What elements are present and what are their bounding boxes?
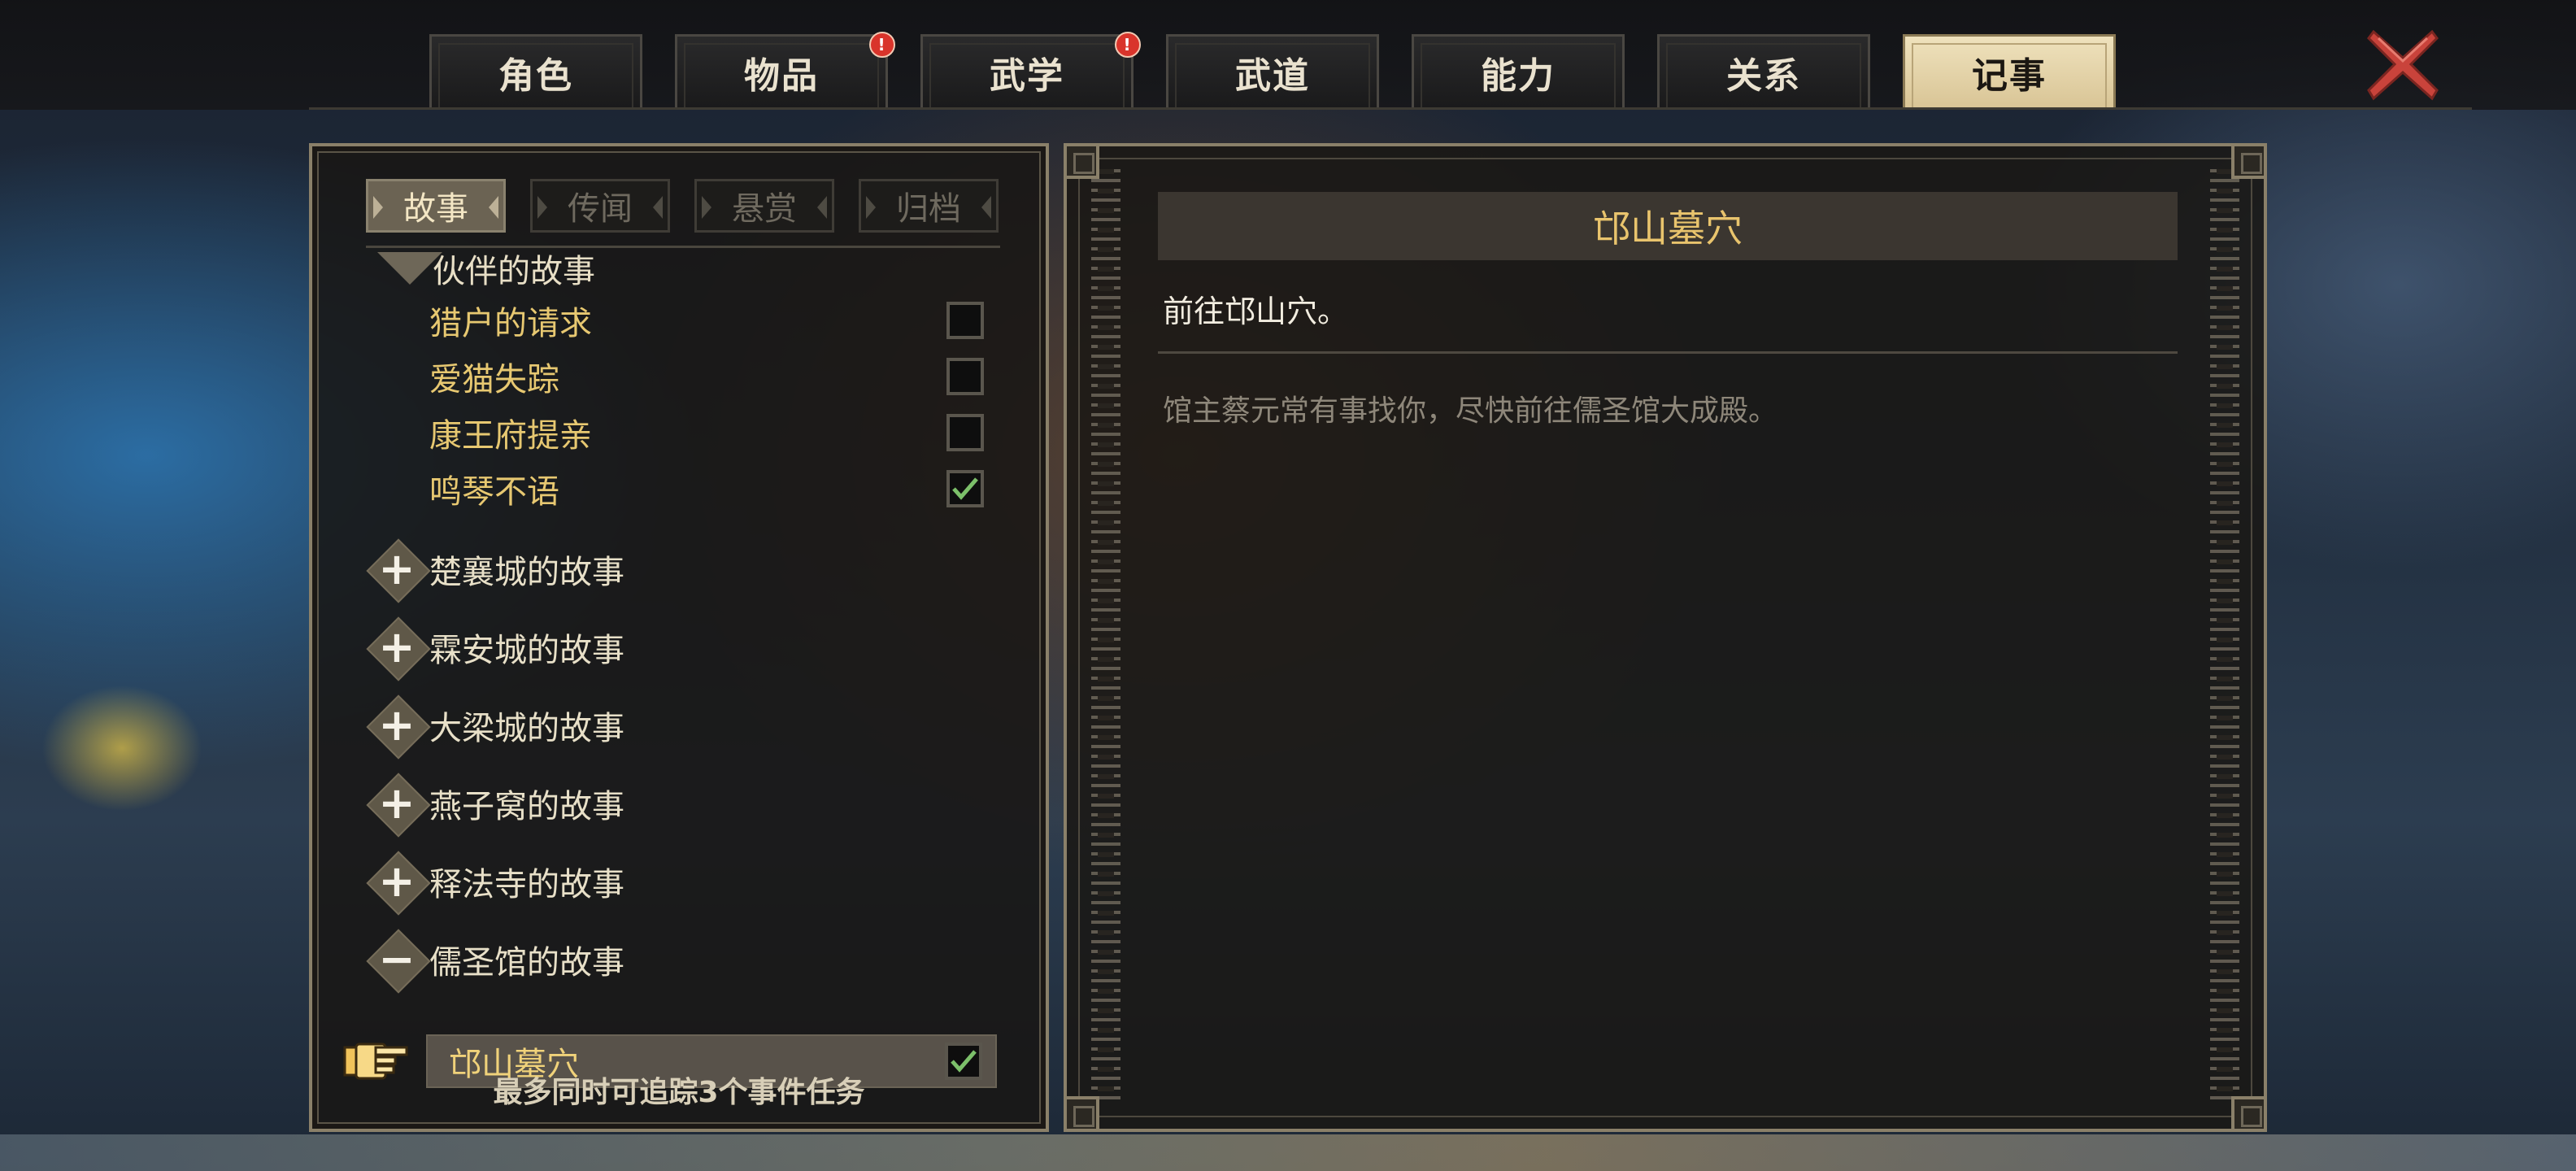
tab-abilities[interactable]: 能力 (1412, 34, 1625, 107)
expand-plus-icon[interactable]: + (366, 694, 428, 756)
subtab-label: 悬赏 (732, 190, 797, 228)
quest-scroll-list[interactable]: 伙伴的故事 猎户的请求 爱猫失踪 康王府提亲 鸣琴不语 + 楚襄城的故事 + 霖… (312, 252, 1046, 1114)
subtab-story[interactable]: 故事 (366, 179, 506, 233)
quest-detail-panel: 邙山墓穴 前往邙山穴。 馆主蔡元常有事找你，尽快前往儒圣馆大成殿。 (1064, 143, 2267, 1132)
checkmark-icon (952, 477, 978, 500)
group-yanziwo[interactable]: + 燕子窝的故事 (366, 771, 935, 836)
alert-badge-icon: ! (1115, 32, 1141, 58)
alert-badge-icon: ! (869, 32, 895, 58)
corner-ornament (1064, 1096, 1099, 1132)
group-chuxiang-city[interactable]: + 楚襄城的故事 (366, 537, 935, 602)
group-label: 燕子窝的故事 (429, 788, 624, 825)
corner-ornament (1064, 143, 1099, 179)
quest-label: 爱猫失踪 (429, 361, 559, 398)
track-checkbox[interactable] (946, 358, 984, 395)
group-label: 大梁城的故事 (429, 710, 624, 747)
corner-ornament (2231, 1096, 2267, 1132)
quest-item[interactable]: 爱猫失踪 (420, 350, 997, 403)
group-shifa-temple[interactable]: + 释法寺的故事 (366, 849, 935, 914)
quest-label: 猎户的请求 (429, 305, 592, 342)
tab-label: 能力 (1481, 54, 1556, 97)
expand-plus-icon[interactable]: + (366, 773, 428, 834)
quest-item[interactable]: 鸣琴不语 (420, 463, 997, 515)
tab-martial-way[interactable]: 武道 (1166, 34, 1379, 107)
tracking-limit-note: 最多同时可追踪3个事件任务 (493, 1076, 865, 1109)
top-tab-bar: 角色 物品! 武学! 武道 能力 关系 记事 (0, 0, 2576, 110)
subtab-archive[interactable]: 归档 (859, 179, 999, 233)
tab-label: 武道 (1235, 54, 1310, 97)
tab-label: 关系 (1726, 54, 1801, 97)
subtab-label: 故事 (403, 190, 468, 228)
track-checkbox[interactable] (946, 302, 984, 339)
quest-description: 馆主蔡元常有事找你，尽快前往儒圣馆大成殿。 (1163, 394, 1778, 428)
background-scene (0, 1134, 2576, 1171)
close-button[interactable] (2358, 20, 2448, 109)
group-linan-city[interactable]: + 霖安城的故事 (366, 615, 935, 680)
group-daliang-city[interactable]: + 大梁城的故事 (366, 693, 935, 758)
detail-divider (1158, 351, 2178, 354)
tab-bar-divider (309, 107, 2472, 110)
tab-relations[interactable]: 关系 (1657, 34, 1870, 107)
tab-label: 物品 (744, 54, 819, 97)
tab-journal[interactable]: 记事 (1903, 34, 2116, 107)
expand-plus-icon[interactable]: + (366, 851, 428, 912)
subtab-bounties[interactable]: 悬赏 (694, 179, 834, 233)
tab-character[interactable]: 角色 (429, 34, 642, 107)
close-x-icon (2367, 29, 2439, 101)
subtab-label: 归档 (896, 190, 961, 228)
group-label: 霖安城的故事 (429, 632, 624, 669)
quest-label: 鸣琴不语 (429, 473, 559, 511)
quest-label: 康王府提亲 (429, 417, 592, 455)
quest-objective: 前往邙山穴。 (1163, 294, 1349, 329)
tab-label: 武学 (990, 54, 1064, 97)
group-label: 楚襄城的故事 (429, 554, 624, 591)
corner-ornament (2231, 143, 2267, 179)
subtab-label: 传闻 (568, 190, 633, 228)
group-label: 释法寺的故事 (429, 866, 624, 903)
track-checkbox[interactable] (946, 470, 984, 507)
left-meander-border (1091, 169, 1120, 1106)
tab-label: 角色 (498, 54, 573, 97)
group-rusheng-hall[interactable]: − 儒圣馆的故事 (366, 927, 935, 992)
collapse-triangle-icon (377, 252, 442, 285)
quest-title: 邙山墓穴 (1158, 192, 2178, 260)
quest-list-panel: 故事 传闻 悬赏 归档 伙伴的故事 猎户的请求 爱猫失踪 康王府提亲 鸣琴不语 (309, 143, 1049, 1132)
subtab-rumors[interactable]: 传闻 (530, 179, 670, 233)
expand-plus-icon[interactable]: + (366, 538, 428, 600)
sub-tab-bar: 故事 传闻 悬赏 归档 (366, 179, 1000, 236)
quest-item[interactable]: 康王府提亲 (420, 407, 997, 459)
subtab-divider (366, 246, 1000, 248)
group-label: 儒圣馆的故事 (429, 944, 624, 982)
tab-martial-arts[interactable]: 武学! (920, 32, 1141, 107)
track-checkbox[interactable] (946, 414, 984, 451)
group-label: 伙伴的故事 (433, 253, 595, 288)
collapse-minus-icon[interactable]: − (366, 929, 428, 990)
expand-plus-icon[interactable]: + (366, 616, 428, 678)
tab-label: 记事 (1972, 54, 2047, 97)
tab-items[interactable]: 物品! (675, 32, 895, 107)
quest-item[interactable]: 猎户的请求 (420, 294, 997, 346)
right-meander-border (2210, 169, 2239, 1106)
group-partner-stories[interactable]: 伙伴的故事 (366, 252, 595, 288)
